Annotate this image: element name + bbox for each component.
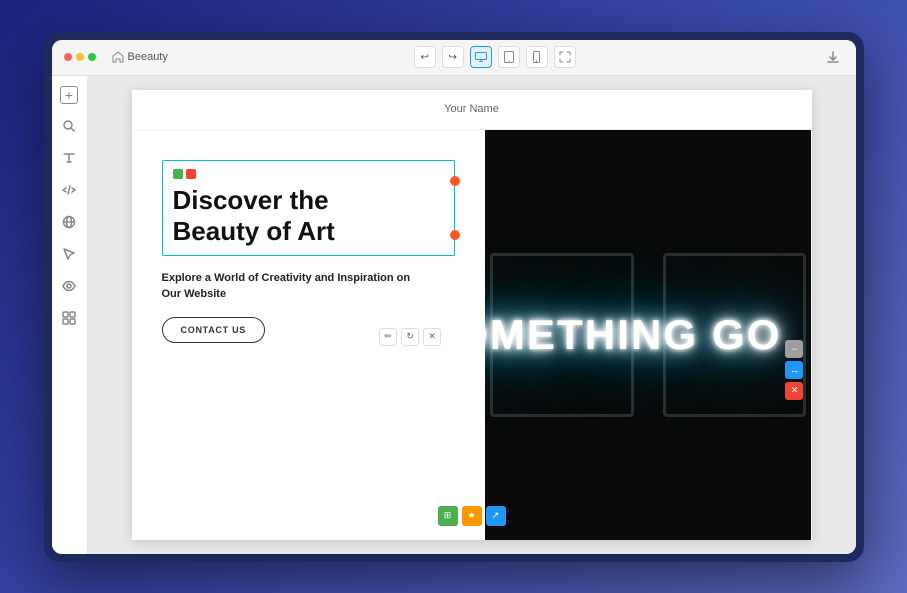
edit-image-button[interactable]: ✏: [379, 328, 397, 346]
search-icon: [62, 119, 76, 133]
cursor-button[interactable]: [59, 244, 79, 264]
color-dots: [173, 169, 445, 179]
eye-button[interactable]: [59, 276, 79, 296]
rt-close-button[interactable]: ✕: [785, 382, 803, 400]
browser-dots: [64, 53, 96, 61]
main-area: +: [52, 76, 856, 554]
desktop-view-button[interactable]: [470, 46, 492, 68]
bt-arrow-button[interactable]: ↗: [486, 506, 506, 526]
cursor-icon: [62, 247, 76, 261]
dot-red[interactable]: [64, 53, 72, 61]
home-icon: [112, 51, 124, 63]
hero-title-wrapper: Discover the Beauty of Art: [162, 160, 456, 256]
eye-icon: [62, 279, 76, 293]
canvas-area: Your Name ✏ ↻ ✕: [88, 76, 856, 554]
globe-button[interactable]: [59, 212, 79, 232]
browser-topbar: Beeauty ↩ ↪: [52, 40, 856, 76]
fullscreen-icon: [559, 51, 571, 63]
green-dot: [173, 169, 183, 179]
dot-green[interactable]: [88, 53, 96, 61]
image-toolbar: ✏ ↻ ✕: [379, 328, 441, 346]
undo-button[interactable]: ↩: [414, 46, 436, 68]
contact-us-button[interactable]: CONTACT US: [162, 317, 266, 343]
refresh-image-button[interactable]: ↻: [401, 328, 419, 346]
title-line2: Beauty of Art: [173, 216, 335, 246]
browser-logo-area: Beeauty: [112, 51, 168, 63]
mobile-icon: [533, 51, 540, 63]
right-toolbar: − ↔ ✕: [785, 340, 803, 400]
fullscreen-button[interactable]: [554, 46, 576, 68]
typography-button[interactable]: [59, 148, 79, 168]
rt-arrow-button[interactable]: ↔: [785, 361, 803, 379]
title-line1: Discover the: [173, 185, 329, 215]
bt-star-button[interactable]: ★: [462, 506, 482, 526]
browser-window: Beeauty ↩ ↪: [52, 40, 856, 554]
rt-minus-button[interactable]: −: [785, 340, 803, 358]
code-icon: [62, 183, 76, 197]
typography-icon: [62, 151, 76, 165]
browser-title: Beeauty: [128, 51, 168, 63]
hero-subtitle: Explore a World of Creativity and Inspir…: [162, 270, 422, 303]
browser-controls: ↩ ↪: [414, 46, 576, 68]
tablet-view-button[interactable]: [498, 46, 520, 68]
preview-header: Your Name: [132, 90, 812, 130]
search-icon-btn[interactable]: [59, 116, 79, 136]
neon-sign: OMETHING GO: [485, 130, 811, 540]
grid-button[interactable]: [59, 308, 79, 328]
dot-yellow[interactable]: [76, 53, 84, 61]
resize-handle-right[interactable]: [450, 176, 460, 186]
neon-text: OMETHING GO: [485, 311, 781, 359]
bottom-toolbar: ⊞ ★ ↗: [438, 506, 506, 526]
red-dot: [186, 169, 196, 179]
brand-name: Your Name: [444, 103, 499, 115]
redo-button[interactable]: ↪: [442, 46, 464, 68]
add-button[interactable]: +: [60, 86, 78, 104]
resize-handle-bottom[interactable]: [450, 230, 460, 240]
desktop-icon: [475, 52, 487, 62]
download-button[interactable]: [822, 46, 844, 68]
grid-icon: [62, 311, 76, 325]
device-frame: Beeauty ↩ ↪: [44, 32, 864, 562]
hero-section: ✏ ↻ ✕ Discover the: [132, 130, 812, 540]
webpage-preview: Your Name ✏ ↻ ✕: [132, 90, 812, 540]
mobile-view-button[interactable]: [526, 46, 548, 68]
hero-left: ✏ ↻ ✕ Discover the: [132, 130, 486, 540]
download-icon: [826, 50, 840, 64]
tablet-icon: [504, 51, 514, 63]
hero-right: OMETHING GO − ↔ ✕: [485, 130, 811, 540]
globe-icon: [62, 215, 76, 229]
hero-title[interactable]: Discover the Beauty of Art: [173, 185, 445, 247]
bt-grid-button[interactable]: ⊞: [438, 506, 458, 526]
code-button[interactable]: [59, 180, 79, 200]
close-image-button[interactable]: ✕: [423, 328, 441, 346]
left-sidebar: +: [52, 76, 88, 554]
